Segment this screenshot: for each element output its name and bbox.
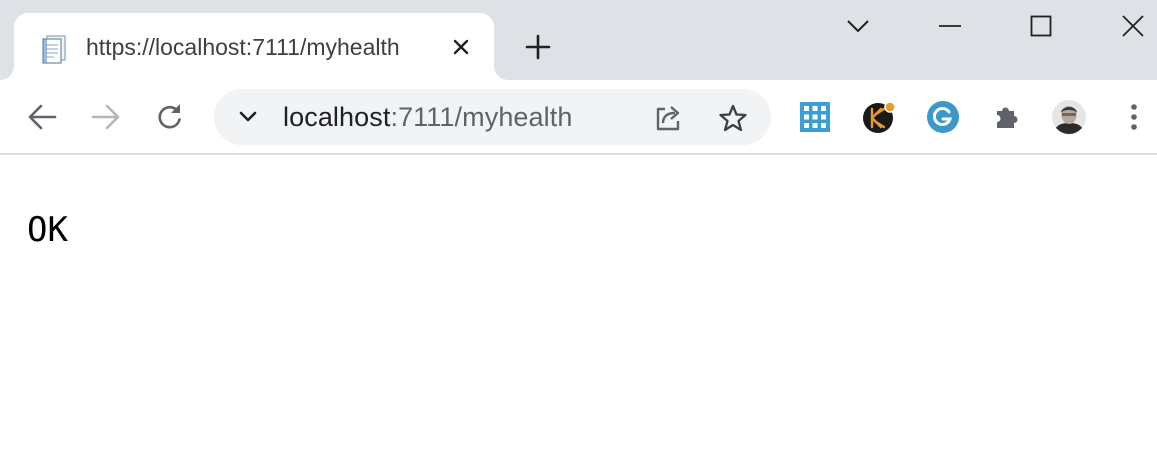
- browser-toolbar: localhost:7111/myhealth: [0, 80, 1157, 155]
- url-text[interactable]: localhost:7111/myhealth: [283, 102, 572, 133]
- puzzle-extensions-icon[interactable]: [989, 99, 1025, 135]
- keeper-icon[interactable]: [861, 99, 897, 135]
- address-bar[interactable]: localhost:7111/myhealth: [214, 89, 771, 145]
- tab-title: https://localhost:7111/myhealth: [86, 34, 400, 60]
- page-content: OK: [0, 155, 1157, 452]
- active-tab[interactable]: https://localhost:7111/myhealth: [14, 13, 494, 80]
- chevron-down-icon[interactable]: [234, 103, 262, 131]
- url-path: :7111/myhealth: [390, 102, 573, 132]
- document-page-icon: [38, 33, 70, 65]
- grid-app-icon[interactable]: [797, 99, 833, 135]
- plus-icon[interactable]: [520, 29, 556, 65]
- tab-close-icon[interactable]: [448, 34, 474, 60]
- maximize-icon[interactable]: [1021, 6, 1061, 46]
- kebab-menu-icon[interactable]: [1114, 97, 1154, 137]
- close-icon[interactable]: [1113, 6, 1153, 46]
- share-icon[interactable]: [652, 102, 684, 134]
- tab-search-chevron-icon[interactable]: [838, 6, 878, 46]
- response-body-text: OK: [27, 210, 68, 250]
- tab-strip: https://localhost:7111/myhealth: [0, 0, 1157, 80]
- browser-window: https://localhost:7111/myhealth localhos…: [0, 0, 1157, 452]
- minimize-icon[interactable]: [930, 6, 970, 46]
- star-icon[interactable]: [717, 102, 749, 134]
- arrow-left-icon[interactable]: [22, 97, 62, 137]
- reload-icon[interactable]: [150, 97, 190, 137]
- arrow-right-icon[interactable]: [86, 97, 126, 137]
- grammarly-icon[interactable]: [925, 99, 961, 135]
- profile-avatar[interactable]: [1051, 99, 1087, 135]
- url-host: localhost: [283, 102, 391, 132]
